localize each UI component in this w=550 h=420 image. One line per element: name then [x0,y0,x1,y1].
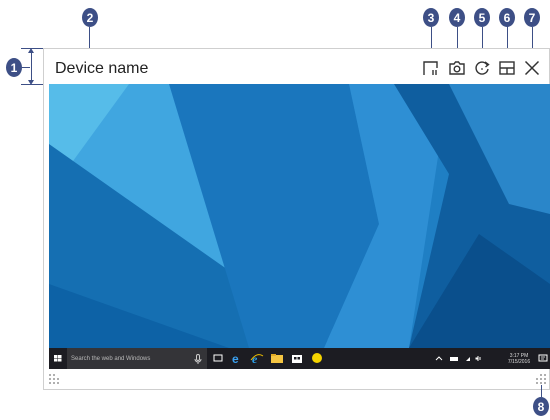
taskbar-search-placeholder: Search the web and Windows [71,355,151,362]
windows-start-icon[interactable] [49,348,67,369]
rotate-icon[interactable] [472,58,492,78]
taskbar-search-box[interactable]: Search the web and Windows [67,348,207,369]
callout-2: 2 [82,8,98,27]
callout-4: 4 [449,8,465,27]
sticky-app-icon[interactable] [309,348,325,369]
callout-1-leader [22,67,30,68]
svg-text:e: e [232,352,239,366]
callout-5: 5 [474,8,490,27]
layout-icon[interactable] [497,58,517,78]
callout-8: 8 [533,397,549,416]
mirrored-desktop [49,84,550,348]
callout-7: 7 [524,8,540,27]
dimension-arrow-up [28,48,34,53]
callout-3: 3 [423,8,439,27]
close-icon[interactable] [522,58,542,78]
resize-grip-right[interactable] [536,374,546,384]
callout-1: 1 [6,58,22,77]
task-view-icon[interactable] [211,348,225,369]
callout-8-leader [541,385,542,397]
windows-taskbar: Search the web and Windows e e 3:17 PM 7… [49,348,550,369]
dimension-arrow-down [28,80,34,85]
svg-text:e: e [252,352,258,366]
notifications-icon[interactable] [536,348,550,369]
microphone-icon[interactable] [193,353,203,365]
file-explorer-icon[interactable] [269,348,285,369]
internet-explorer-icon[interactable]: e [249,348,265,369]
taskbar-clock[interactable]: 3:17 PM 7/15/2016 [502,353,536,365]
taskbar-date: 7/15/2016 [507,358,531,365]
resize-grip-left[interactable] [49,374,59,384]
system-tray-icons[interactable] [432,348,502,369]
screen-ratio-icon[interactable] [421,58,441,78]
edge-browser-icon[interactable]: e [229,348,245,369]
callout-6: 6 [499,8,515,27]
dimension-arrow-shaft [31,51,32,81]
device-name-title: Device name [55,60,149,77]
camera-icon[interactable] [447,58,467,78]
store-icon[interactable] [289,348,305,369]
